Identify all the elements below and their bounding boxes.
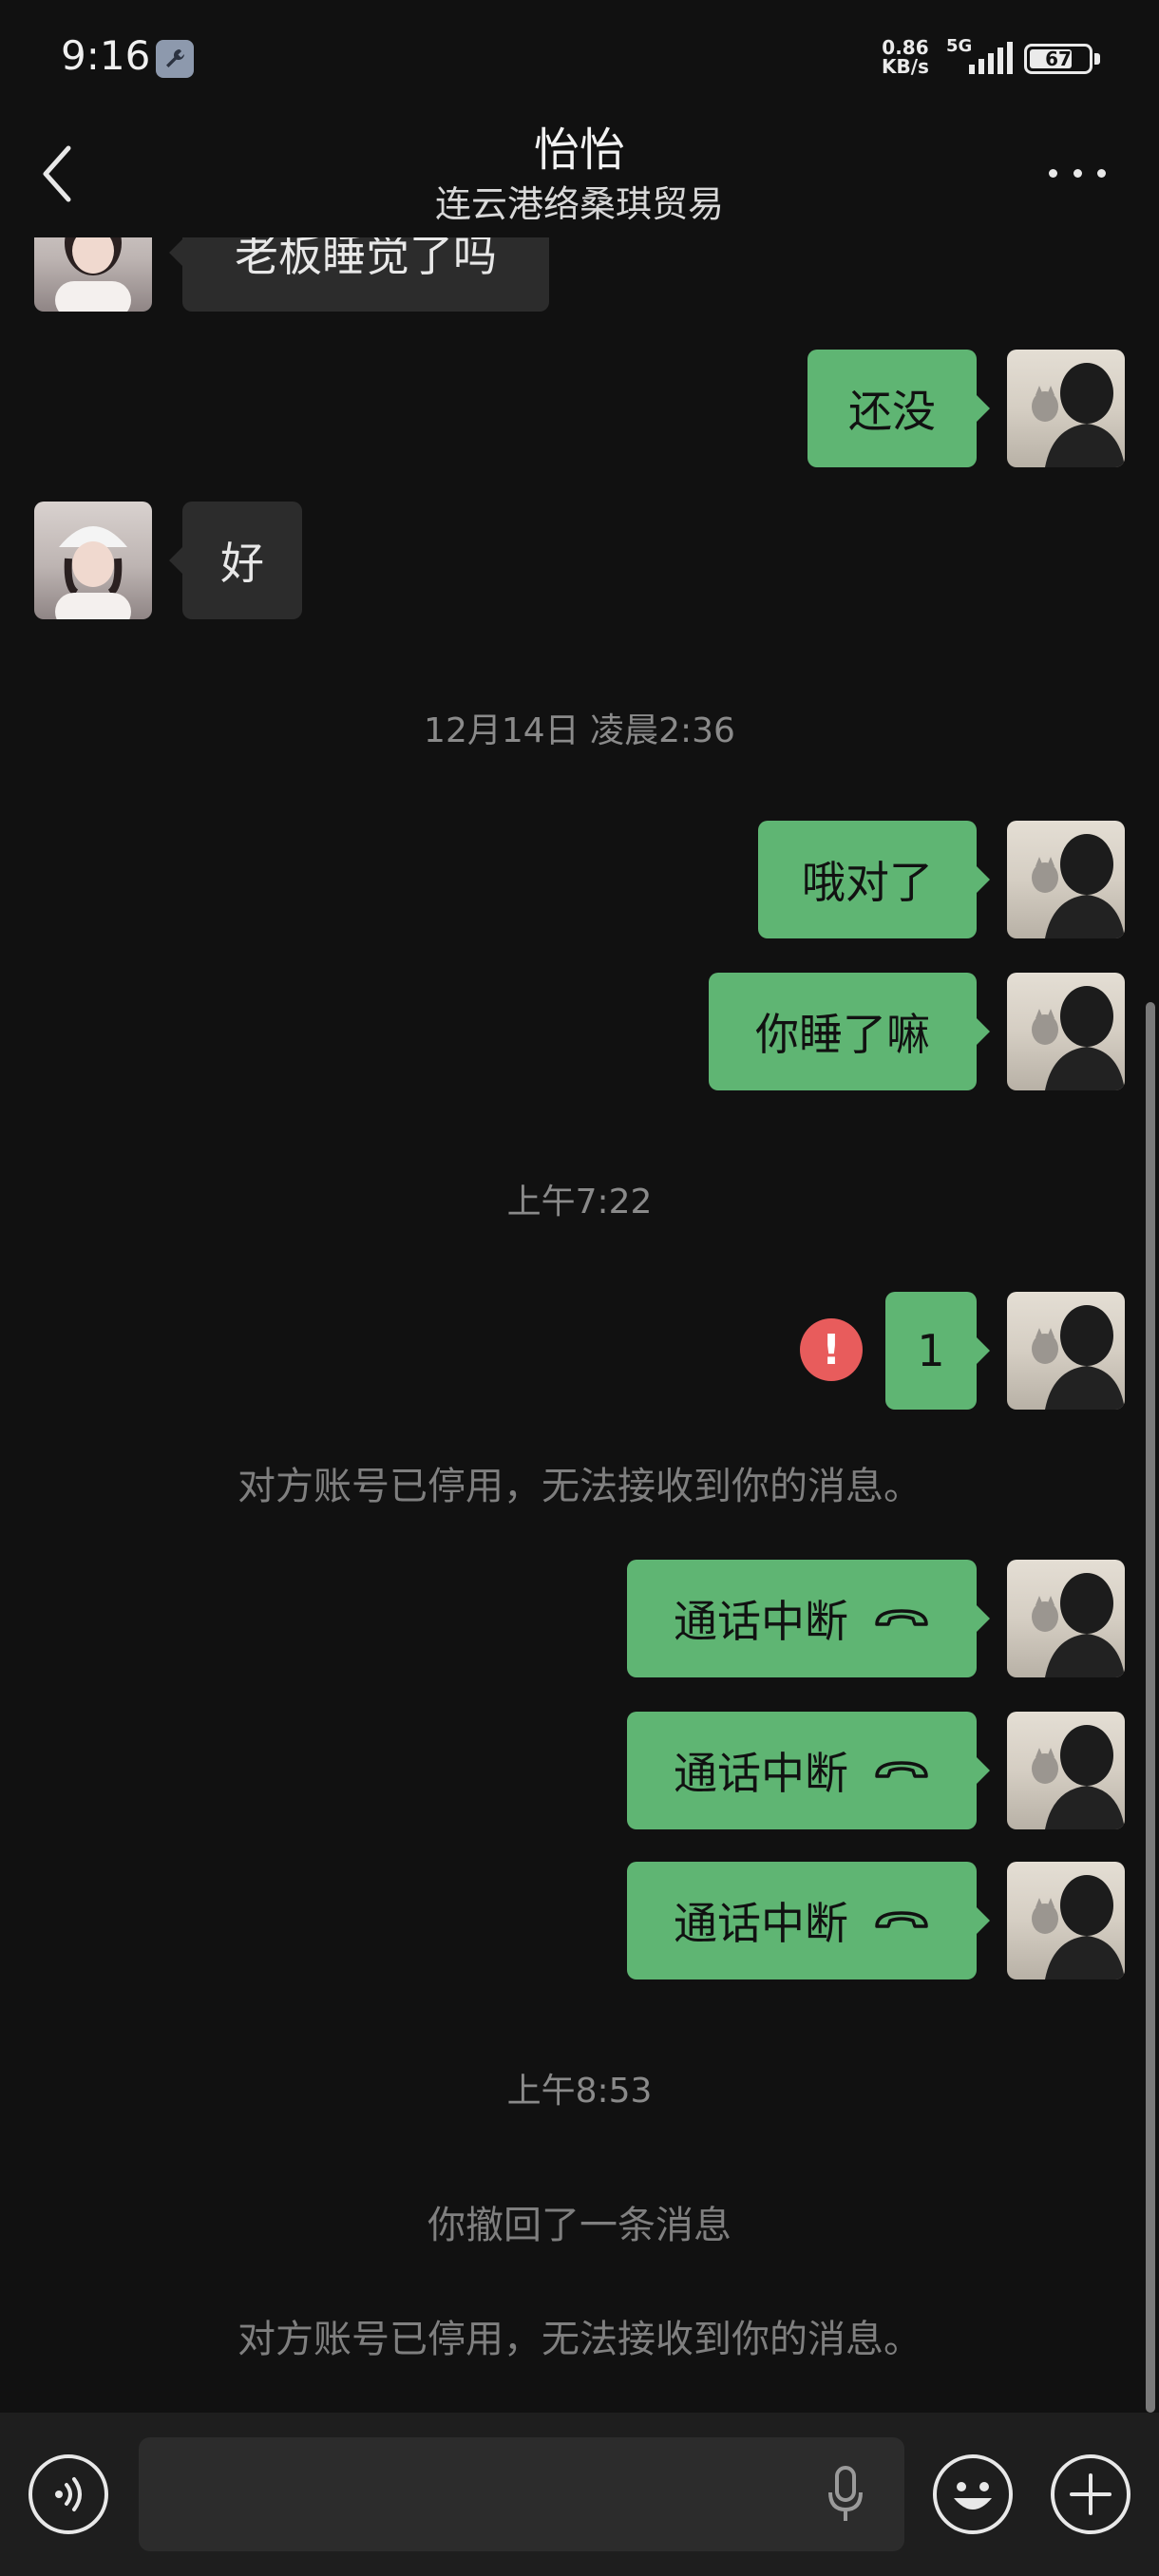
- recall-notice: 你撤回了一条消息: [428, 2204, 732, 2247]
- more-actions-button[interactable]: [1051, 2454, 1130, 2534]
- message-input[interactable]: [139, 2437, 904, 2551]
- message-bubble-outgoing[interactable]: 1: [885, 1292, 990, 1410]
- message-text: 通话中断: [674, 1898, 848, 1949]
- message-bubble-incoming[interactable]: 好: [169, 502, 302, 619]
- battery-level: 67: [1045, 47, 1072, 70]
- message-text: 老板睡觉了吗: [235, 237, 497, 281]
- call-interrupted-bubble[interactable]: 通话中断: [627, 1712, 990, 1829]
- message-bubble-outgoing[interactable]: 你睡了嘛: [709, 973, 990, 1090]
- message-text: 你睡了嘛: [755, 1009, 930, 1060]
- voice-input-button[interactable]: [28, 2454, 108, 2534]
- timestamp: 上午7:22: [506, 1183, 653, 1222]
- message-text: 通话中断: [674, 1596, 848, 1647]
- my-avatar[interactable]: [1007, 1560, 1125, 1677]
- battery-icon: 67: [1024, 44, 1092, 74]
- message-text: 还没: [848, 386, 936, 437]
- signal-icon: [969, 42, 1013, 74]
- call-ended-icon: [875, 1609, 928, 1626]
- message-text: 1: [917, 1325, 945, 1376]
- contact-avatar[interactable]: [34, 502, 152, 619]
- more-button[interactable]: [1049, 156, 1106, 190]
- mic-icon[interactable]: [826, 2466, 864, 2523]
- battery-tip: [1094, 53, 1100, 65]
- message-bubble-outgoing[interactable]: 哦对了: [758, 821, 990, 938]
- message-bubble-outgoing[interactable]: 还没: [808, 350, 990, 467]
- voice-icon: [55, 2477, 82, 2511]
- contact-company: 连云港络桑琪贸易: [434, 183, 724, 225]
- call-ended-icon: [875, 1911, 928, 1928]
- my-avatar[interactable]: [1007, 1712, 1125, 1829]
- call-interrupted-bubble[interactable]: 通话中断: [627, 1560, 990, 1677]
- status-time: 9:16: [61, 32, 151, 79]
- chat-header: 怡怡 连云港络桑琪贸易: [0, 104, 1159, 237]
- call-ended-icon: [875, 1761, 928, 1778]
- my-avatar[interactable]: [1007, 350, 1125, 467]
- my-avatar[interactable]: [1007, 973, 1125, 1090]
- status-bar: 9:16 0.86 KB/s 5G 67: [0, 0, 1159, 114]
- message-text: 通话中断: [674, 1748, 848, 1799]
- wrench-icon: [156, 40, 194, 78]
- system-notice: 对方账号已停用，无法接收到你的消息。: [238, 2318, 922, 2361]
- my-avatar[interactable]: [1007, 1292, 1125, 1410]
- net-speed-value: 0.86: [882, 36, 929, 59]
- message-text: 好: [220, 538, 264, 589]
- timestamp: 12月14日 凌晨2:36: [424, 711, 735, 750]
- network-speed: 0.86 KB/s: [882, 38, 929, 76]
- system-notice: 对方账号已停用，无法接收到你的消息。: [238, 1465, 922, 1508]
- net-speed-unit: KB/s: [882, 55, 929, 78]
- timestamp: 上午8:53: [506, 2072, 653, 2111]
- call-interrupted-bubble[interactable]: 通话中断: [627, 1862, 990, 1979]
- my-avatar[interactable]: [1007, 1862, 1125, 1979]
- emoji-icon: [954, 2482, 992, 2510]
- contact-name: 怡怡: [533, 123, 625, 177]
- plus-icon: [1070, 2473, 1112, 2515]
- contact-avatar[interactable]: [34, 237, 152, 312]
- my-avatar[interactable]: [1007, 821, 1125, 938]
- message-text: 哦对了: [802, 857, 933, 908]
- send-failed-icon[interactable]: !: [800, 1318, 863, 1381]
- emoji-button[interactable]: [933, 2454, 1013, 2534]
- scrollbar[interactable]: [1146, 1002, 1155, 2413]
- message-bubble-incoming[interactable]: 老板睡觉了吗: [169, 237, 549, 312]
- input-bar: [0, 2413, 1159, 2576]
- chat-area[interactable]: 老板睡觉了吗 还没 好 12月14日 凌晨2:36 哦对了 你睡了嘛 上午7:2…: [0, 237, 1159, 2413]
